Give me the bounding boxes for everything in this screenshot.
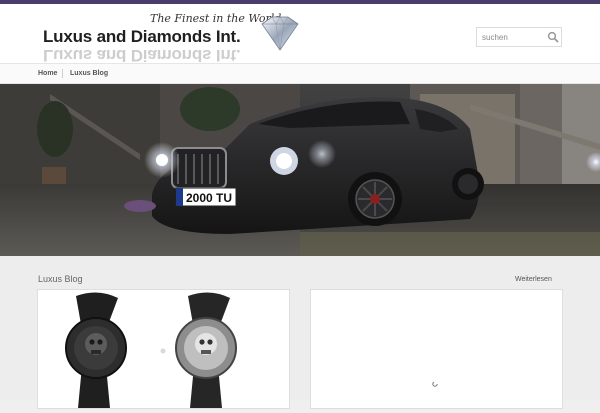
diamond-icon — [261, 16, 299, 51]
hero-car-image: 2000 TU — [0, 84, 600, 256]
search-box — [476, 27, 562, 47]
read-more-link[interactable]: Weiterlesen — [515, 276, 552, 283]
breadcrumb-home-link[interactable]: Home — [38, 70, 57, 77]
breadcrumb-separator — [62, 69, 63, 78]
hero-banner: 2000 TU — [0, 84, 600, 256]
breadcrumb-luxus-blog-link[interactable]: Luxus Blog — [70, 70, 108, 77]
logo-name-reflection: Luxus and Diamonds Int. — [43, 46, 241, 65]
watches-image — [65, 292, 237, 408]
site-header: The Finest in the World Luxus and Diamon… — [0, 4, 600, 65]
loading-spinner-icon — [432, 381, 438, 387]
site-logo[interactable]: The Finest in the World Luxus and Diamon… — [38, 12, 313, 65]
search-icon[interactable] — [547, 31, 559, 43]
breadcrumb: Home Luxus Blog — [0, 63, 600, 84]
search-input[interactable] — [477, 28, 541, 46]
blog-section-title: Luxus Blog — [38, 274, 83, 284]
blog-card-loading[interactable] — [310, 289, 563, 409]
blog-section: Luxus Blog Weiterlesen — [0, 256, 600, 409]
blog-card-watches[interactable] — [37, 289, 290, 409]
logo-name: Luxus and Diamonds Int. — [43, 27, 241, 46]
license-plate: 2000 TU — [186, 191, 232, 205]
